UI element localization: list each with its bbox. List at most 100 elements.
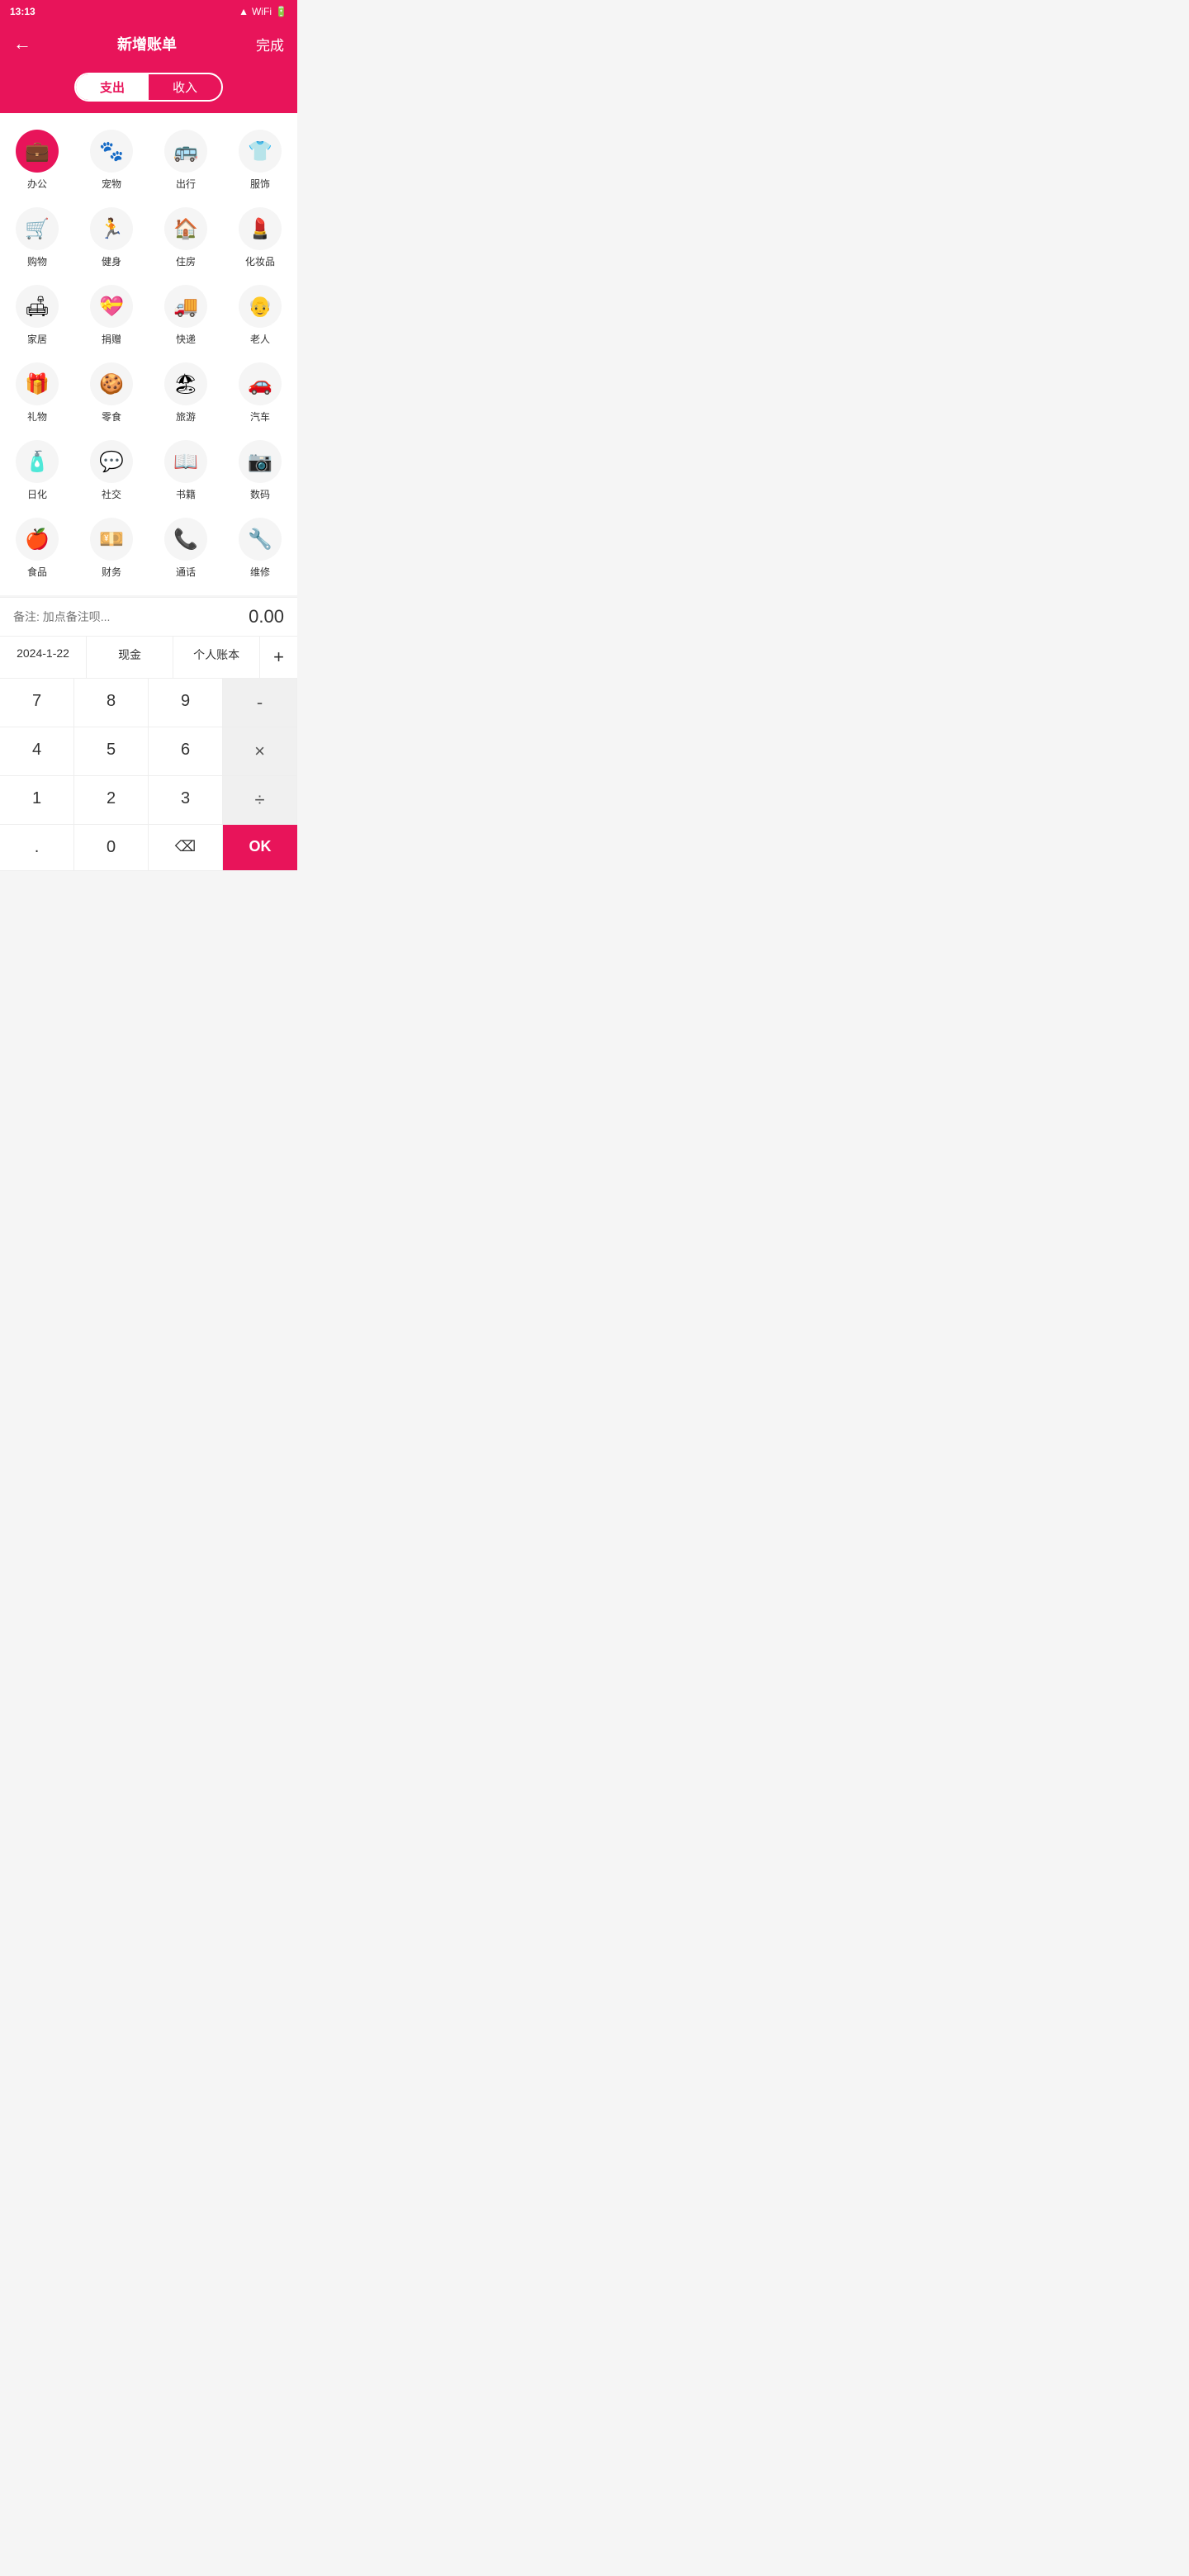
elderly-label: 老人 [250, 332, 270, 346]
category-item-snack[interactable]: 🍪 零食 [74, 354, 149, 432]
office-icon: 💼 [16, 130, 59, 173]
wifi-icon: WiFi [252, 6, 272, 17]
num-btn-8[interactable]: 8 [74, 679, 149, 727]
books-label: 书籍 [176, 487, 196, 501]
category-item-daily[interactable]: 🧴日化 [0, 432, 74, 509]
num-btn-0[interactable]: 0 [74, 825, 149, 871]
num-btn-2[interactable]: 2 [74, 776, 149, 825]
transport-icon: 🚌 [164, 130, 207, 173]
category-item-phone[interactable]: 📞通话 [149, 509, 223, 587]
digital-label: 数码 [250, 487, 270, 501]
category-item-shopping[interactable]: 🛒购物 [0, 199, 74, 277]
furniture-icon: 🛋 [16, 285, 59, 328]
category-item-finance[interactable]: 💴财务 [74, 509, 149, 587]
category-item-books[interactable]: 📖书籍 [149, 432, 223, 509]
social-icon: 💬 [90, 440, 133, 483]
clothing-label: 服饰 [250, 177, 270, 191]
category-item-social[interactable]: 💬 社交 [74, 432, 149, 509]
num-btn-.[interactable]: . [0, 825, 74, 871]
back-button[interactable]: ← [13, 33, 38, 54]
tab-income[interactable]: 收入 [149, 74, 221, 100]
category-item-travel[interactable]: 🏖 旅游 [149, 354, 223, 432]
account-cell[interactable]: 个人账本 [173, 637, 260, 678]
shopping-icon: 🛒 [16, 207, 59, 250]
signal-icon: ▲ [239, 6, 249, 17]
battery-icon: 🔋 [275, 6, 287, 17]
cosmetics-icon: 💄 [239, 207, 282, 250]
car-label: 汽车 [250, 410, 270, 424]
donation-icon: 💝 [90, 285, 133, 328]
category-item-housing[interactable]: 🏠住房 [149, 199, 223, 277]
office-label: 办公 [27, 177, 47, 191]
category-item-office[interactable]: 💼 办公 [0, 121, 74, 199]
note-amount-bar: 0.00 [0, 597, 297, 636]
status-bar: 13:13 ▲ WiFi 🔋 [0, 0, 297, 23]
category-item-transport[interactable]: 🚌 出行 [149, 121, 223, 199]
repair-label: 维修 [250, 565, 270, 579]
category-item-fitness[interactable]: 🏃 健身 [74, 199, 149, 277]
num-btn-6[interactable]: 6 [149, 727, 223, 776]
car-icon: 🚗 [239, 362, 282, 405]
category-item-cosmetics[interactable]: 💄 化妆品 [223, 199, 297, 277]
elderly-icon: 👴 [239, 285, 282, 328]
page-title: 新增账单 [117, 33, 177, 54]
cosmetics-label: 化妆品 [245, 254, 275, 268]
num-btn-3[interactable]: 3 [149, 776, 223, 825]
numpad: 789- 456× 123÷.0⌫OK [0, 678, 297, 871]
furniture-label: 家居 [27, 332, 47, 346]
fitness-icon: 🏃 [90, 207, 133, 250]
social-label: 社交 [102, 487, 121, 501]
category-item-food[interactable]: 🍎食品 [0, 509, 74, 587]
num-btn-9[interactable]: 9 [149, 679, 223, 727]
num-btn--[interactable]: - [223, 679, 297, 727]
num-btn-7[interactable]: 7 [0, 679, 74, 727]
transport-label: 出行 [176, 177, 196, 191]
category-item-pet[interactable]: 🐾宠物 [74, 121, 149, 199]
status-icons: ▲ WiFi 🔋 [239, 6, 287, 17]
finance-icon: 💴 [90, 518, 133, 561]
pet-label: 宠物 [102, 177, 121, 191]
delivery-icon: 🚚 [164, 285, 207, 328]
travel-icon: 🏖 [164, 362, 207, 405]
tab-expense[interactable]: 支出 [76, 74, 149, 100]
date-cell[interactable]: 2024-1-22 [0, 637, 87, 678]
fitness-label: 健身 [102, 254, 121, 268]
done-button[interactable]: 完成 [256, 34, 284, 54]
category-item-car[interactable]: 🚗 汽车 [223, 354, 297, 432]
donation-label: 捐赠 [102, 332, 121, 346]
phone-icon: 📞 [164, 518, 207, 561]
category-item-repair[interactable]: 🔧 维修 [223, 509, 297, 587]
clothing-icon: 👕 [239, 130, 282, 173]
gift-icon: 🎁 [16, 362, 59, 405]
note-input[interactable] [13, 610, 249, 623]
num-btn-ok[interactable]: OK [223, 825, 297, 871]
num-btn-×[interactable]: × [223, 727, 297, 776]
num-btn-1[interactable]: 1 [0, 776, 74, 825]
food-label: 食品 [27, 565, 47, 579]
num-btn-÷[interactable]: ÷ [223, 776, 297, 825]
num-btn-del[interactable]: ⌫ [149, 825, 223, 871]
digital-icon: 📷 [239, 440, 282, 483]
repair-icon: 🔧 [239, 518, 282, 561]
category-item-delivery[interactable]: 🚚 快递 [149, 277, 223, 354]
payment-cell[interactable]: 现金 [87, 637, 173, 678]
add-button[interactable]: + [260, 637, 297, 678]
category-grid: 💼 办公 🐾宠物 🚌 出行 👕 服饰 🛒购物 🏃 健身 🏠住房 💄 化妆品 🛋 家居 💝 捐赠 🚚 快递 👴 老人 🎁礼物… [0, 113, 297, 595]
amount-display: 0.00 [249, 606, 284, 627]
travel-label: 旅游 [176, 410, 196, 424]
snack-label: 零食 [102, 410, 121, 424]
num-btn-5[interactable]: 5 [74, 727, 149, 776]
housing-label: 住房 [176, 254, 196, 268]
category-item-elderly[interactable]: 👴 老人 [223, 277, 297, 354]
snack-icon: 🍪 [90, 362, 133, 405]
category-item-furniture[interactable]: 🛋 家居 [0, 277, 74, 354]
category-item-donation[interactable]: 💝 捐赠 [74, 277, 149, 354]
daily-icon: 🧴 [16, 440, 59, 483]
category-item-gift[interactable]: 🎁礼物 [0, 354, 74, 432]
tab-switcher: 支出 收入 [0, 64, 297, 113]
status-time: 13:13 [10, 6, 36, 17]
category-item-digital[interactable]: 📷 数码 [223, 432, 297, 509]
delivery-label: 快递 [176, 332, 196, 346]
num-btn-4[interactable]: 4 [0, 727, 74, 776]
category-item-clothing[interactable]: 👕 服饰 [223, 121, 297, 199]
